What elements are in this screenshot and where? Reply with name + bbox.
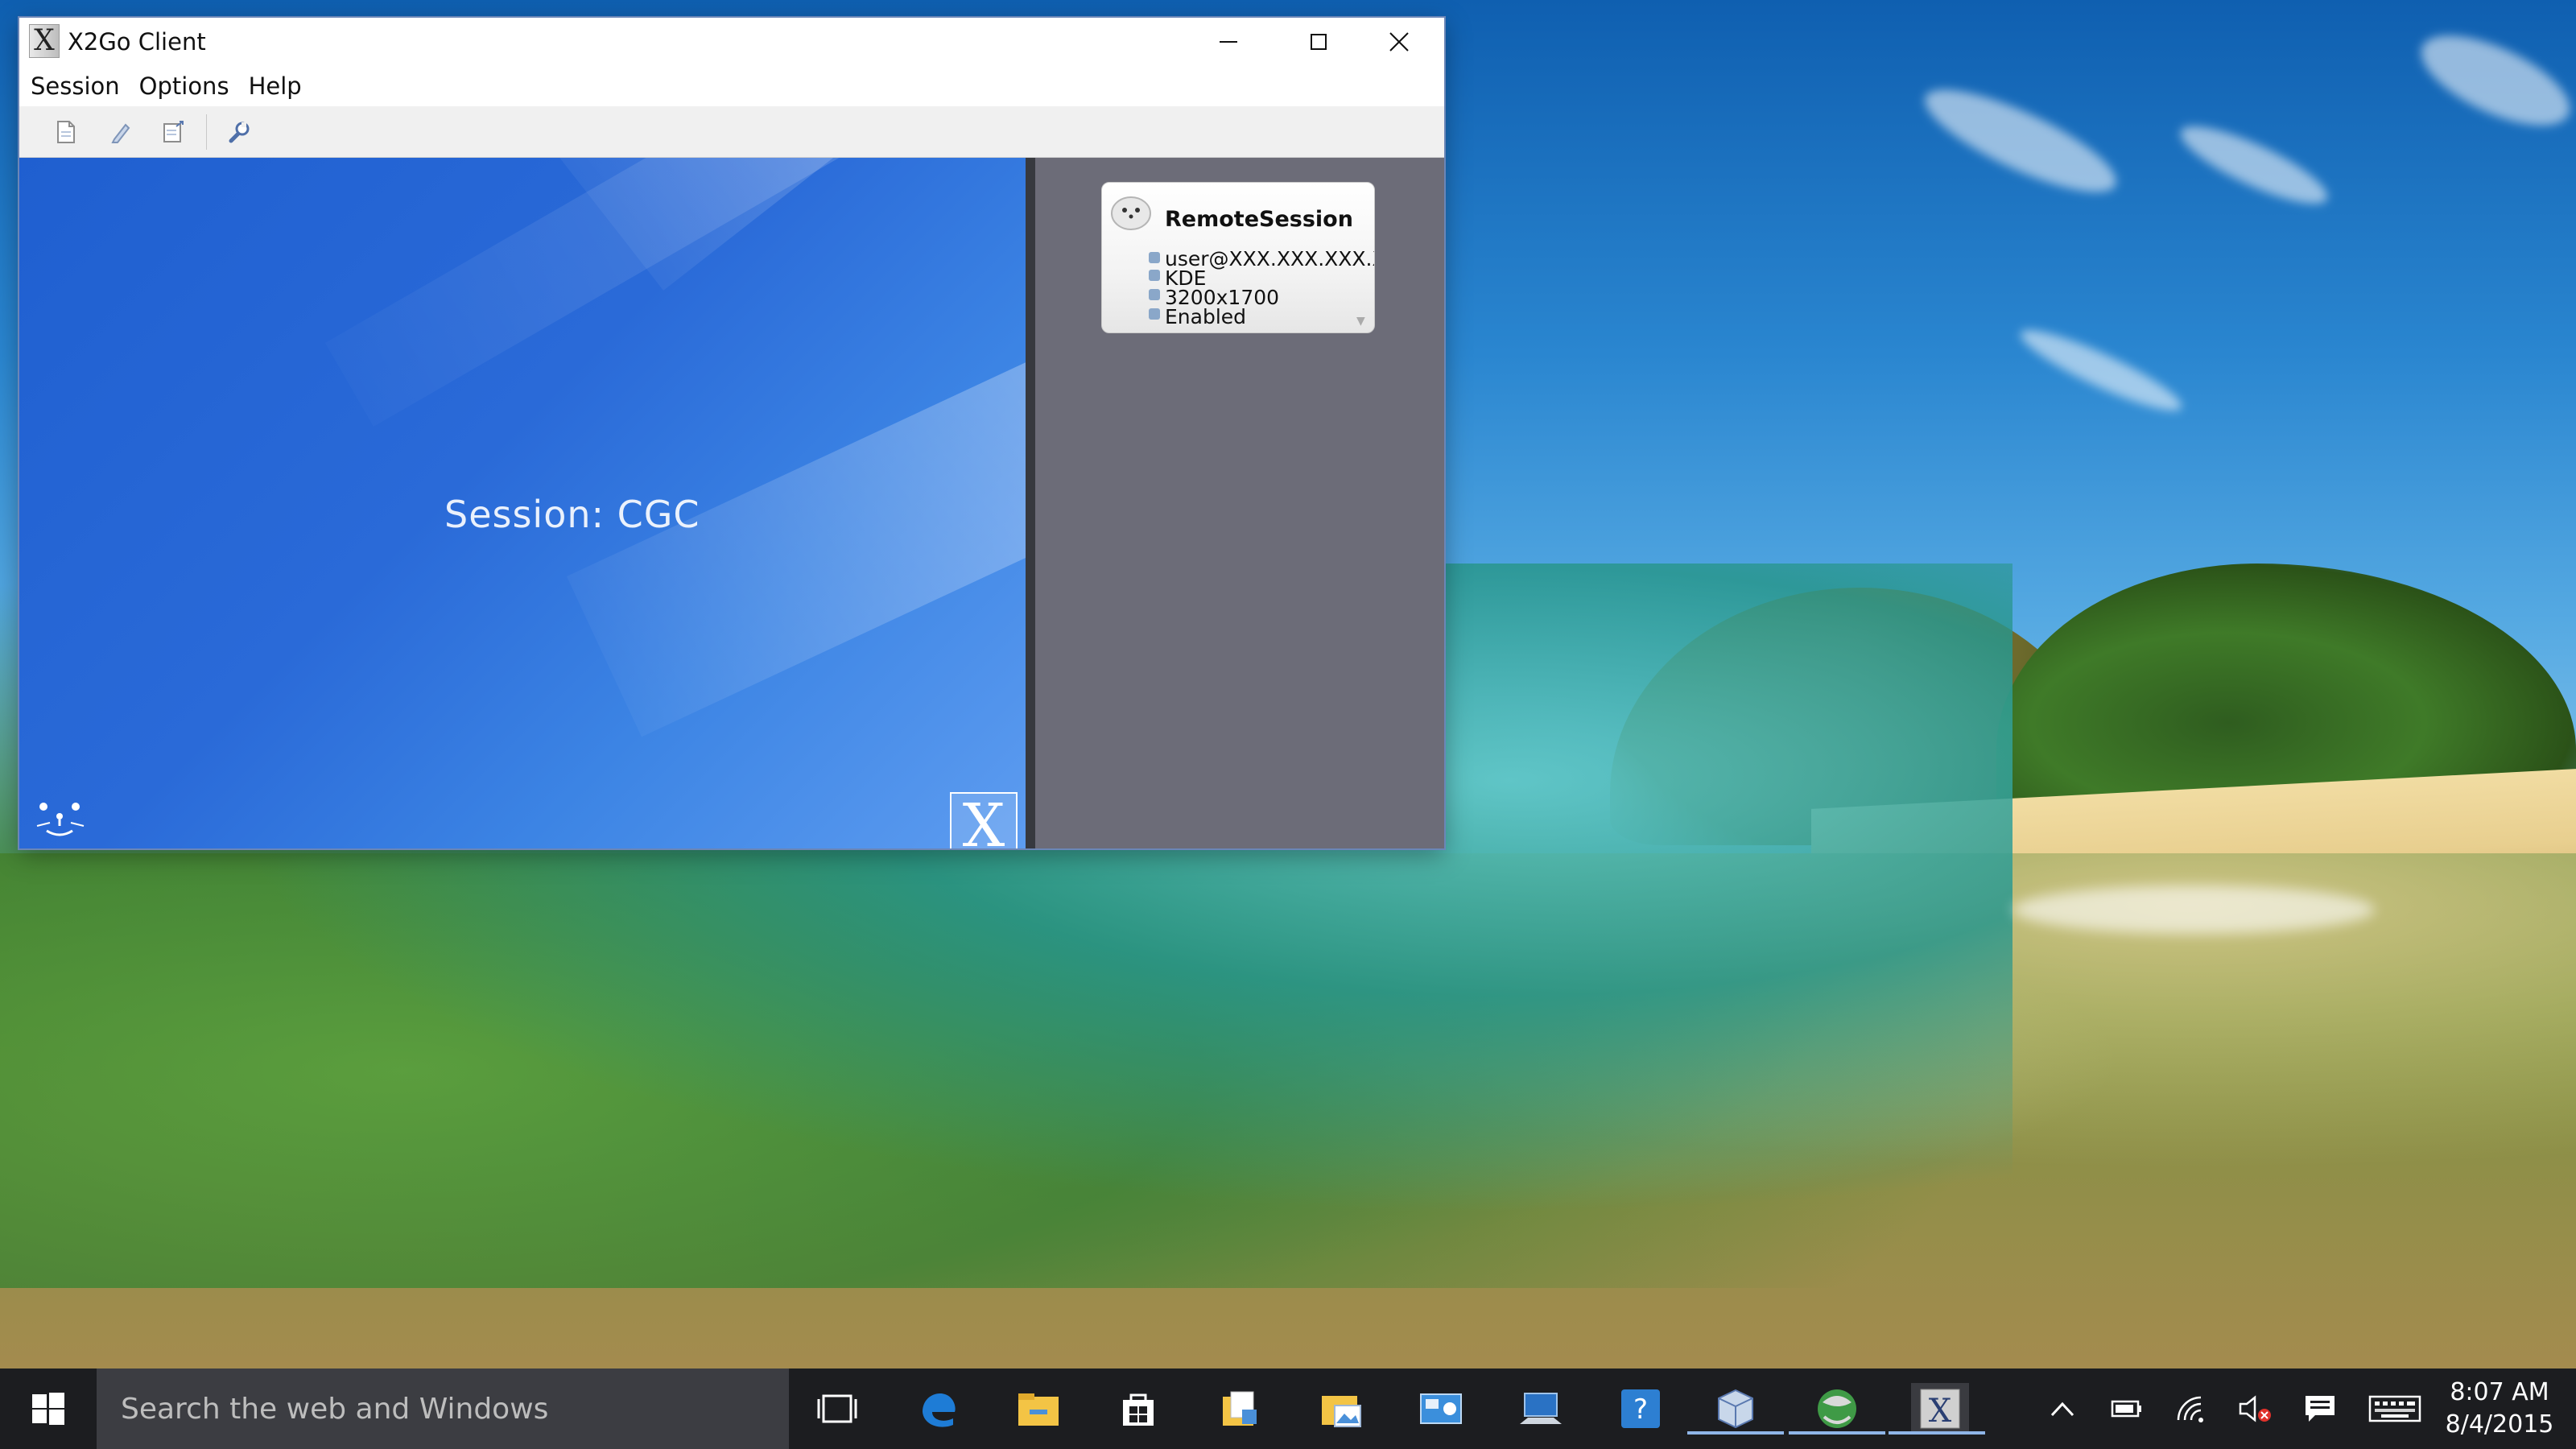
- x2go-app-icon[interactable]: X: [29, 24, 60, 58]
- computer-button[interactable]: [1515, 1383, 1567, 1435]
- close-icon: [1389, 32, 1409, 52]
- svg-text:?: ?: [1633, 1393, 1648, 1426]
- documents-button[interactable]: [1214, 1383, 1265, 1435]
- title-bar[interactable]: X X2Go Client: [19, 18, 1444, 66]
- pictures-folder-button[interactable]: [1315, 1383, 1367, 1435]
- edit-session-icon: [111, 123, 130, 143]
- window-title: X2Go Client: [68, 28, 206, 56]
- wallpaper-foam: [2013, 886, 2375, 934]
- resolution-icon: [1149, 289, 1160, 300]
- edge-button[interactable]: [913, 1383, 964, 1435]
- sound-icon: [1149, 308, 1160, 320]
- panel-splitter[interactable]: [1026, 158, 1035, 848]
- x2go-client-window[interactable]: X X2Go Client Session Options Help Sessi…: [19, 18, 1444, 848]
- session-list-panel: RemoteSession user@XXX.XXX.XXX.X KDE 320…: [1035, 158, 1444, 848]
- new-session-button[interactable]: [52, 118, 80, 147]
- volume-muted-icon: [2239, 1395, 2271, 1422]
- session-name: RemoteSession: [1165, 207, 1353, 232]
- clock-time[interactable]: 8:07 AM: [2439, 1378, 2560, 1406]
- session-card-remotesession[interactable]: RemoteSession user@XXX.XXX.XXX.X KDE 320…: [1101, 182, 1375, 333]
- menu-help[interactable]: Help: [246, 72, 305, 100]
- export-session-button[interactable]: [159, 118, 188, 147]
- network-button[interactable]: [1789, 1383, 1885, 1435]
- running-indicator: [1889, 1431, 1985, 1435]
- store-bag-icon: [1123, 1393, 1154, 1426]
- taskbar: Search the web and Windows ? X 8:07 AM 8…: [0, 1368, 2576, 1449]
- volume-button[interactable]: [2238, 1391, 2273, 1426]
- banner-light-beam: [325, 158, 1001, 427]
- wifi-button[interactable]: [2174, 1391, 2209, 1426]
- session-banner: Session: CGC X: [19, 158, 1026, 848]
- search-placeholder: Search the web and Windows: [121, 1393, 549, 1426]
- menu-options[interactable]: Options: [136, 72, 233, 100]
- show-hidden-icons-button[interactable]: [2045, 1391, 2080, 1426]
- remote-desktop-icon: [1420, 1393, 1462, 1424]
- virtualbox-button[interactable]: [1687, 1383, 1784, 1435]
- menu-session[interactable]: Session: [27, 72, 123, 100]
- running-indicator: [1789, 1431, 1885, 1435]
- windows-store-icon: [1223, 1391, 1257, 1426]
- virtualbox-icon: [1718, 1389, 1753, 1429]
- maximize-button[interactable]: [1274, 18, 1364, 66]
- help-icon: ?: [1621, 1389, 1660, 1428]
- preferences-button[interactable]: [224, 118, 253, 147]
- task-view-icon: [817, 1394, 857, 1423]
- session-type-icon: [1149, 270, 1160, 281]
- help-button[interactable]: ?: [1615, 1383, 1666, 1435]
- edge-icon: [923, 1393, 956, 1427]
- photos-folder-icon: [1322, 1396, 1361, 1427]
- action-center-button[interactable]: [2302, 1391, 2338, 1426]
- export-session-icon: [163, 121, 184, 142]
- clock-date[interactable]: 8/4/2015: [2439, 1410, 2560, 1439]
- maximize-icon: [1311, 34, 1327, 50]
- session-status-label: Session: CGC: [444, 493, 700, 536]
- x2go-icon: X: [1920, 1389, 1960, 1430]
- toolbar-separator: [206, 114, 207, 150]
- battery-icon: [2111, 1400, 2141, 1418]
- minimize-button[interactable]: [1183, 18, 1274, 66]
- card-options-chevron-icon[interactable]: ▼: [1356, 315, 1365, 328]
- minimize-icon: [1220, 41, 1237, 43]
- battery-button[interactable]: [2109, 1391, 2145, 1426]
- session-seal-icon: [1111, 196, 1151, 230]
- preferences-wrench-icon: [229, 122, 250, 143]
- chevron-up-icon: [2050, 1402, 2074, 1417]
- running-indicator: [1687, 1431, 1784, 1435]
- x2go-seal-icon: [36, 803, 85, 836]
- store-button[interactable]: [1113, 1383, 1164, 1435]
- close-button[interactable]: [1354, 18, 1444, 66]
- wifi-icon: [2177, 1396, 2203, 1422]
- x2go-logo-icon: X: [950, 792, 1018, 848]
- menu-bar: Session Options Help: [19, 66, 1444, 106]
- remote-desktop-button[interactable]: [1415, 1383, 1467, 1435]
- task-view-button[interactable]: [811, 1383, 863, 1435]
- windows-logo-icon: [32, 1393, 64, 1425]
- touch-keyboard-button[interactable]: [2367, 1391, 2423, 1426]
- svg-text:X: X: [1929, 1393, 1952, 1430]
- toolbar: [19, 106, 1444, 158]
- file-explorer-icon: [1018, 1393, 1059, 1426]
- server-icon: [1149, 252, 1160, 263]
- edit-session-button[interactable]: [106, 118, 135, 147]
- taskbar-search-box[interactable]: Search the web and Windows: [97, 1368, 789, 1449]
- file-explorer-button[interactable]: [1013, 1383, 1064, 1435]
- notification-icon: [2306, 1396, 2334, 1422]
- keyboard-icon: [2368, 1395, 2421, 1422]
- start-button[interactable]: [0, 1368, 97, 1449]
- computer-icon: [1520, 1393, 1562, 1424]
- network-globe-icon: [1818, 1389, 1856, 1428]
- session-sound: Enabled: [1165, 305, 1247, 328]
- new-session-icon: [57, 121, 75, 143]
- x2go-taskbar-button[interactable]: X: [1889, 1383, 1985, 1435]
